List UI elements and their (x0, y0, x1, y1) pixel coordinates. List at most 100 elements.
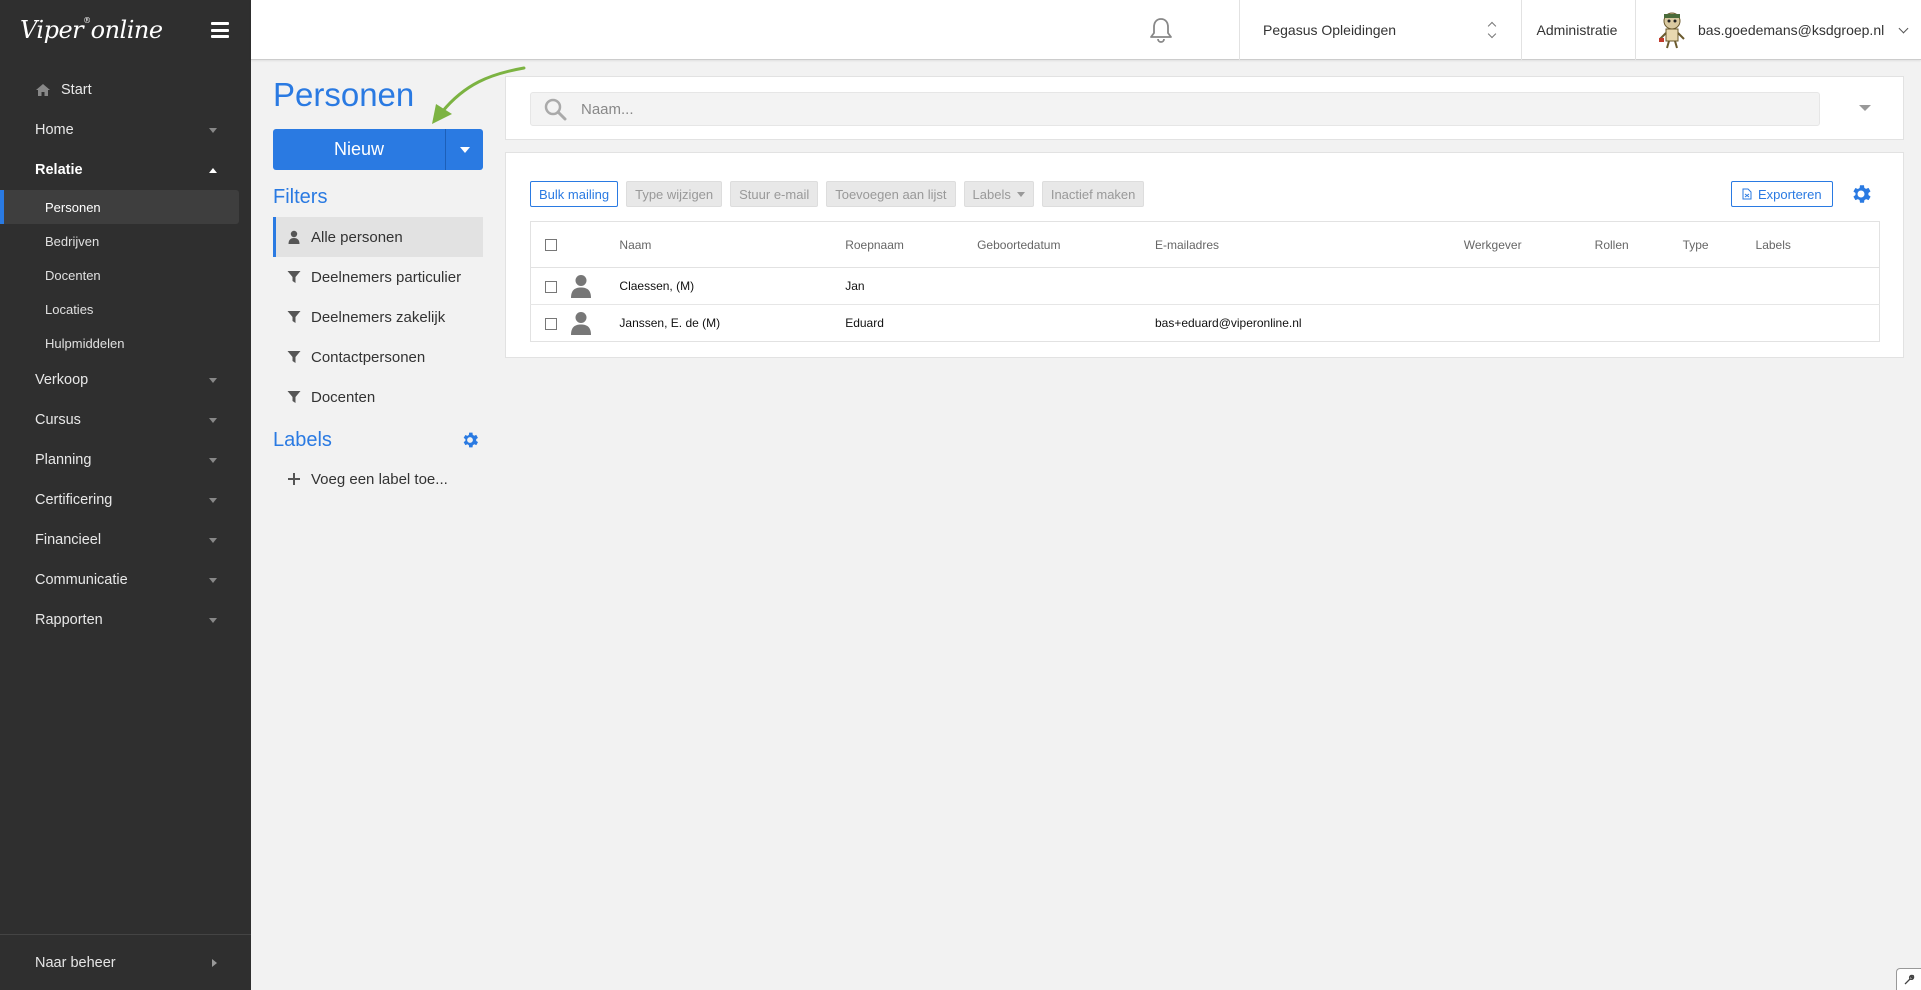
sidebar-item-label: Communicatie (35, 572, 128, 588)
column-header-rollen[interactable]: Rollen (1594, 221, 1683, 268)
sidebar-item-financieel[interactable]: Financieel (0, 520, 251, 560)
menu-toggle-icon[interactable] (211, 22, 229, 38)
new-button-group: Nieuw (273, 129, 483, 170)
sidebar-item-planning[interactable]: Planning (0, 440, 251, 480)
caret-down-icon (459, 146, 470, 153)
filter-label: Deelnemers zakelijk (311, 308, 446, 326)
sidebar-item-label: Home (35, 122, 74, 138)
sidebar-subitem-docenten[interactable]: Docenten (0, 258, 239, 292)
sidebar-subitem-personen[interactable]: Personen (0, 190, 239, 224)
sidebar-subitem-label: Hulpmiddelen (45, 335, 125, 351)
caret-down-icon (1016, 191, 1025, 197)
row-checkbox[interactable] (544, 280, 557, 293)
search-input[interactable] (581, 100, 1781, 118)
new-dropdown-toggle[interactable] (445, 129, 483, 170)
column-header-type[interactable]: Type (1682, 221, 1756, 268)
filter-item-deelnemers-zakelijk[interactable]: Deelnemers zakelijk (273, 297, 483, 337)
table-row[interactable]: Janssen, E. de (M) Eduard bas+eduard@vip… (531, 305, 1880, 342)
sidebar-subitem-locaties[interactable]: Locaties (0, 292, 239, 326)
bell-icon[interactable] (1146, 15, 1176, 45)
gear-icon[interactable] (460, 430, 480, 450)
sidebar-item-label: Financieel (35, 532, 102, 548)
avatar (1659, 12, 1685, 49)
add-label-button[interactable]: Voeg een label toe... (273, 459, 448, 499)
table-settings-gear-icon[interactable] (1849, 182, 1873, 206)
sidebar-nav: Start Home Relatie Personen Bedrijven Do… (0, 70, 251, 640)
cell-roepnaam: Eduard (845, 316, 884, 330)
cell-geboortedatum (977, 305, 1155, 342)
cell-type (1683, 305, 1756, 342)
organization-select[interactable]: Pegasus Opleidingen (1249, 0, 1519, 60)
row-select-cell (530, 267, 571, 305)
filter-item-deelnemers-particulier[interactable]: Deelnemers particulier (273, 257, 483, 297)
wrench-icon[interactable] (1896, 968, 1921, 990)
table-row[interactable]: Claessen, (M) Jan (530, 267, 1880, 305)
table-header-row: Naam Roepnaam Geboortedatum E-mailadres … (530, 221, 1880, 268)
new-button[interactable]: Nieuw (273, 129, 445, 170)
column-header-naam[interactable]: Naam (619, 221, 846, 268)
caret-up-icon (209, 167, 217, 173)
sidebar-item-verkoop[interactable]: Verkoop (0, 360, 251, 400)
column-header-werkgever[interactable]: Werkgever (1463, 221, 1595, 268)
inactief-maken-button[interactable]: Inactief maken (1041, 181, 1145, 207)
bulk-mailing-button[interactable]: Bulk mailing (530, 181, 619, 207)
export-button[interactable]: Exporteren (1731, 181, 1833, 207)
export-label: Exporteren (1758, 186, 1822, 202)
sidebar-item-label: Cursus (35, 412, 81, 428)
search-box (530, 92, 1820, 126)
cell-naam[interactable]: Claessen, (M) (619, 267, 846, 305)
labels-dropdown-button[interactable]: Labels (963, 181, 1034, 207)
sidebar-item-rapporten[interactable]: Rapporten (0, 600, 251, 640)
caret-down-icon (209, 497, 217, 503)
cell-naam[interactable]: Janssen, E. de (M) (619, 305, 845, 342)
sidebar-item-communicatie[interactable]: Communicatie (0, 560, 251, 600)
sidebar-subitem-label: Locaties (45, 301, 94, 317)
column-header-geboortedatum[interactable]: Geboortedatum (977, 221, 1155, 268)
column-header-roepnaam[interactable]: Roepnaam (845, 221, 978, 268)
column-header-labels[interactable]: Labels (1755, 221, 1880, 268)
toevoegen-aan-lijst-button[interactable]: Toevoegen aan lijst (826, 181, 956, 207)
sidebar-item-relatie[interactable]: Relatie (0, 150, 251, 190)
filter-item-alle-personen[interactable]: Alle personen (273, 217, 483, 257)
sidebar-header: Viper®online (0, 0, 251, 60)
caret-down-icon (209, 577, 217, 583)
caret-right-icon (212, 958, 217, 967)
table-panel: Bulk mailing Type wijzigen Stuur e-mail … (505, 152, 1904, 358)
sidebar-subitem-label: Docenten (45, 267, 101, 283)
type-wijzigen-button[interactable]: Type wijzigen (626, 181, 723, 207)
sidebar-footer-label: Naar beheer (35, 954, 116, 971)
labels-heading: Labels (273, 429, 332, 451)
filter-icon (287, 271, 301, 283)
sidebar-item-start[interactable]: Start (0, 70, 251, 110)
caret-down-icon (209, 457, 217, 463)
cell-email: bas+eduard@viperonline.nl (1154, 316, 1302, 330)
column-header-emailadres[interactable]: E-mailadres (1154, 221, 1464, 268)
sidebar-item-home[interactable]: Home (0, 110, 251, 150)
search-panel (505, 76, 1904, 140)
sidebar-subitem-hulpmiddelen[interactable]: Hulpmiddelen (0, 326, 239, 360)
caret-down-icon (209, 127, 217, 133)
sidebar-item-certificering[interactable]: Certificering (0, 480, 251, 520)
select-all-checkbox[interactable] (544, 239, 557, 252)
row-avatar-cell (570, 267, 620, 305)
filter-item-contactpersonen[interactable]: Contactpersonen (273, 337, 483, 377)
logo[interactable]: Viper®online (20, 16, 163, 44)
avatar-column-header (570, 221, 620, 268)
logo-suffix: online (90, 16, 163, 44)
persons-table: Naam Roepnaam Geboortedatum E-mailadres … (530, 221, 1880, 342)
sidebar-subitem-bedrijven[interactable]: Bedrijven (0, 224, 239, 258)
user-menu[interactable]: bas.goedemans@ksdgroep.nl (1636, 0, 1921, 60)
filter-item-docenten[interactable]: Docenten (273, 377, 483, 417)
export-file-icon (1742, 188, 1752, 200)
sidebar-item-label: Planning (35, 452, 92, 468)
sidebar-footer-naar-beheer[interactable]: Naar beheer (0, 934, 251, 990)
caret-down-icon (209, 377, 217, 383)
bulk-actions: Bulk mailing Type wijzigen Stuur e-mail … (530, 181, 1145, 207)
advanced-search-toggle-icon[interactable] (1859, 105, 1871, 111)
row-checkbox[interactable] (544, 317, 557, 330)
filter-icon (287, 391, 301, 403)
stuur-email-button[interactable]: Stuur e-mail (730, 181, 819, 207)
sidebar-item-cursus[interactable]: Cursus (0, 400, 251, 440)
administratie-link[interactable]: Administratie (1521, 0, 1633, 60)
sidebar-item-label: Start (61, 82, 92, 98)
